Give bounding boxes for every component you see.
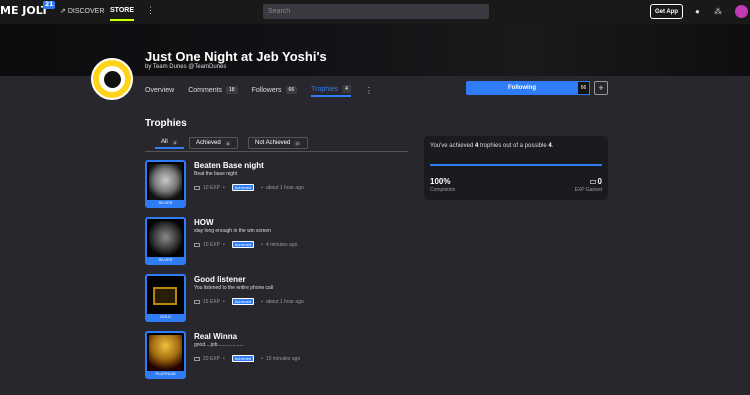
site-logo[interactable]: ME JOLT 21 bbox=[0, 1, 56, 17]
trophy-description: You listened to the entire phone call bbox=[194, 285, 274, 291]
logo-badge: 21 bbox=[43, 1, 56, 9]
trophy-item[interactable]: SILVER Beaten Base night Beat the base n… bbox=[145, 160, 445, 210]
nav-discover-label: DISCOVER bbox=[67, 8, 105, 15]
completion-value: 100% bbox=[430, 177, 451, 186]
exp-gained-value: 0 bbox=[589, 177, 602, 186]
trophy-image: GOLD bbox=[145, 274, 186, 322]
trophy-name: HOW bbox=[194, 218, 214, 227]
compass-icon: ⇗ bbox=[60, 8, 66, 15]
game-tabs: Overview Comments 18 Followers 66 Trophies… bbox=[145, 83, 387, 97]
game-title: Just One Night at Jeb Yoshi's bbox=[145, 49, 327, 64]
completion-label: Completion bbox=[430, 187, 456, 193]
top-navbar: ME JOLT 21 ⇗ DISCOVER STORE ⋮ Get App ● … bbox=[0, 0, 750, 24]
tab-count: 18 bbox=[226, 86, 238, 94]
trophy-image: SILVER bbox=[145, 217, 186, 265]
tab-followers[interactable]: Followers 66 bbox=[252, 83, 298, 97]
exp-icon bbox=[589, 180, 596, 184]
logo-text: ME JOLT bbox=[0, 4, 49, 17]
filter-all[interactable]: All 4 bbox=[155, 137, 184, 149]
exp-icon bbox=[194, 185, 200, 190]
friends-icon[interactable]: ⁂ bbox=[714, 7, 722, 16]
trophy-meta: 15 EXP • Achieved • about 1 hour ago bbox=[194, 298, 304, 305]
exp-icon bbox=[194, 242, 200, 247]
trophy-summary-panel: You've achieved 4 trophies out of a poss… bbox=[424, 136, 608, 200]
filter-achieved[interactable]: Achieved 4 bbox=[189, 137, 238, 149]
trophy-item[interactable]: PLATINUM Real Winna good....job.........… bbox=[145, 331, 445, 381]
trophy-name: Beaten Base night bbox=[194, 161, 264, 170]
exp-gained-label: EXP Gained bbox=[574, 187, 602, 193]
trophy-description: stay long enough in the win screen bbox=[194, 228, 271, 234]
trophy-meta: 10 EXP • Achieved • about 1 hour ago bbox=[194, 184, 304, 191]
follower-count: 66 bbox=[577, 81, 590, 95]
trophy-name: Good listener bbox=[194, 275, 246, 284]
achieved-badge: Achieved bbox=[231, 184, 255, 191]
completion-progress-bar bbox=[430, 164, 602, 166]
exp-icon bbox=[194, 356, 200, 361]
summary-text: You've achieved 4 trophies out of a poss… bbox=[430, 143, 554, 149]
tab-more-icon[interactable]: ⋮ bbox=[365, 83, 373, 97]
trophy-description: Beat the base night bbox=[194, 171, 238, 177]
tab-trophies[interactable]: Trophies 4 bbox=[311, 83, 351, 97]
filter-not-achieved[interactable]: Not Achieved 0 bbox=[248, 137, 308, 149]
bell-icon[interactable]: ● bbox=[695, 7, 700, 16]
nav-store[interactable]: STORE bbox=[110, 4, 134, 21]
trophy-meta: 20 EXP • Achieved • 15 minutes ago bbox=[194, 355, 300, 362]
trophy-name: Real Winna bbox=[194, 332, 238, 341]
achieved-badge: Achieved bbox=[231, 355, 255, 362]
game-byline[interactable]: by Team Dunes @TeamDunes bbox=[145, 64, 226, 70]
trophy-image: PLATINUM bbox=[145, 331, 186, 379]
bomb-icon bbox=[99, 66, 125, 92]
achieved-badge: Achieved bbox=[231, 298, 255, 305]
exp-icon bbox=[194, 299, 200, 304]
tab-count: 66 bbox=[285, 86, 298, 94]
trophy-meta: 10 EXP • Achieved • 4 minutes ago bbox=[194, 241, 297, 248]
nav-discover[interactable]: ⇗ DISCOVER bbox=[60, 7, 104, 15]
user-avatar[interactable] bbox=[735, 5, 748, 18]
tab-overview[interactable]: Overview bbox=[145, 83, 174, 97]
add-to-playlist-button[interactable]: + bbox=[594, 81, 608, 95]
game-thumbnail[interactable] bbox=[91, 58, 133, 100]
tab-count: 4 bbox=[342, 85, 351, 93]
section-title: Trophies bbox=[145, 118, 187, 129]
more-menu-icon[interactable]: ⋮ bbox=[146, 5, 155, 16]
trophy-image: SILVER bbox=[145, 160, 186, 208]
trophy-description: good....job................... bbox=[194, 342, 244, 348]
trophy-item[interactable]: SILVER HOW stay long enough in the win s… bbox=[145, 217, 445, 267]
trophy-filters: All 4 Achieved 4 Not Achieved 0 bbox=[145, 137, 408, 152]
search-input[interactable] bbox=[263, 4, 489, 19]
following-button[interactable]: Following bbox=[466, 81, 578, 95]
tab-comments[interactable]: Comments 18 bbox=[188, 83, 238, 97]
get-app-button[interactable]: Get App bbox=[650, 4, 683, 19]
trophy-item[interactable]: GOLD Good listener You listened to the e… bbox=[145, 274, 445, 324]
achieved-badge: Achieved bbox=[231, 241, 255, 248]
